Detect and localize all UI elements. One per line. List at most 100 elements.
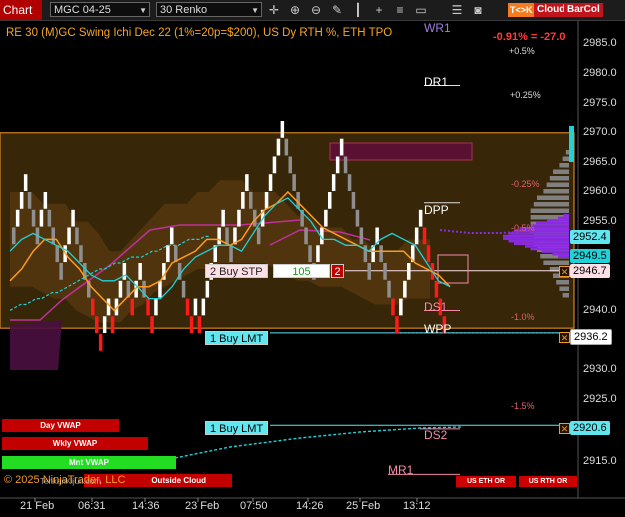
barcol-toggle-button[interactable]: BarCol	[564, 3, 603, 17]
buy-limit-order-label-2[interactable]: 1 Buy LMT	[205, 421, 269, 435]
renko-brick	[351, 192, 356, 209]
camera-icon[interactable]: ◙	[470, 2, 486, 18]
buy-stop-order-label[interactable]: 2 Buy STP	[205, 264, 268, 278]
renko-brick	[27, 192, 32, 209]
renko-brick	[150, 316, 154, 334]
renko-brick	[422, 227, 427, 245]
bar-type-selector[interactable]: 30 Renko ▼	[156, 2, 262, 17]
renko-brick	[43, 192, 48, 209]
list-icon[interactable]: ☰	[449, 2, 465, 18]
y-tick-label: 2955.0	[583, 215, 617, 227]
renko-brick	[185, 298, 190, 316]
price-tag-last: 2936.2	[570, 329, 612, 345]
renko-brick	[158, 280, 162, 298]
tpo-bar	[546, 182, 569, 187]
volume-profile-bar	[558, 255, 569, 259]
renko-brick	[174, 245, 178, 263]
renko-brick	[328, 192, 332, 209]
renko-brick	[292, 174, 296, 191]
renko-brick	[316, 245, 320, 263]
x-tick-label: 21 Feb	[20, 500, 55, 512]
pivot-label-dpp: DPP	[424, 203, 449, 217]
x-tick-label: 07:50	[240, 500, 268, 512]
plus-icon[interactable]: +	[371, 2, 387, 18]
renko-brick	[95, 316, 99, 334]
y-tick-label: 2930.0	[583, 363, 617, 375]
bar-props-icon[interactable]: ┃	[350, 2, 366, 18]
renko-brick	[201, 298, 206, 316]
renko-brick	[55, 245, 59, 263]
x-tick-label: 13:12	[403, 500, 431, 512]
tpo-bar	[537, 195, 569, 200]
crosshair-icon[interactable]: ✛	[266, 2, 282, 18]
tpo-bar	[553, 169, 569, 174]
renko-brick	[79, 245, 83, 263]
zoom-out-icon[interactable]: ⊖	[308, 2, 324, 18]
renko-brick	[414, 227, 419, 245]
bar-type-dropdown-icon: ▼	[251, 6, 259, 15]
renko-brick	[146, 298, 150, 316]
buy-stop-qty-box[interactable]: 2	[331, 264, 344, 278]
pct-level-label: -1.0%	[511, 312, 535, 322]
volume-profile-bar	[530, 224, 569, 227]
volume-profile-bar	[558, 216, 569, 220]
renko-brick	[407, 263, 411, 280]
volume-profile-bar	[563, 214, 569, 217]
tk-toggle-button[interactable]: T<>K	[508, 3, 535, 17]
renko-brick	[225, 227, 229, 245]
us-eth-or-button[interactable]: US ETH OR	[456, 476, 516, 487]
drawing-tools-icon[interactable]: ✎	[329, 2, 345, 18]
tpo-bar	[549, 176, 569, 181]
renko-brick	[23, 174, 28, 191]
renko-brick	[51, 227, 55, 245]
renko-brick	[12, 227, 16, 245]
renko-brick	[189, 316, 194, 334]
properties-icon[interactable]: ≡	[392, 2, 408, 18]
renko-brick	[308, 245, 312, 263]
renko-brick	[47, 209, 52, 227]
y-tick-label: 2925.0	[583, 393, 617, 405]
cancel-order-icon[interactable]: ✕	[559, 266, 570, 277]
tpo-bar	[543, 189, 569, 194]
pivot-label-wpp: WPP	[424, 322, 452, 336]
renko-brick	[217, 227, 221, 245]
chat-icon[interactable]: ▭	[413, 2, 429, 18]
price-tag-vwap: 2949.5	[570, 249, 610, 263]
volume-profile-bar	[525, 245, 569, 248]
renko-brick	[335, 156, 340, 174]
y-tick-label: 2960.0	[583, 185, 617, 197]
volume-profile-bar	[503, 237, 569, 240]
renko-brick	[399, 298, 403, 316]
x-tick-label: 25 Feb	[346, 500, 381, 512]
renko-brick	[268, 174, 273, 191]
tpo-bar	[559, 286, 569, 291]
renko-brick	[347, 174, 352, 191]
renko-brick	[367, 263, 371, 280]
buy-limit-order-label[interactable]: 1 Buy LMT	[205, 331, 269, 345]
pivot-label-ds1: DS1	[424, 300, 448, 314]
volume-profile-bar	[530, 247, 569, 251]
renko-brick	[339, 138, 344, 156]
renko-brick	[426, 245, 431, 263]
instrument-selector[interactable]: MGC 04-25 ▼	[50, 2, 150, 17]
tpo-bar	[556, 280, 569, 285]
cancel-order-icon[interactable]: ✕	[559, 423, 570, 434]
renko-brick	[403, 280, 407, 298]
renko-brick	[106, 298, 111, 316]
buy-stop-price-box[interactable]: 105	[273, 264, 330, 278]
renko-brick	[15, 209, 20, 227]
renko-brick	[19, 192, 24, 209]
tpo-bar	[562, 156, 569, 161]
renko-brick	[75, 227, 79, 245]
us-rth-or-button[interactable]: US RTH OR	[519, 476, 577, 487]
cancel-order-icon[interactable]: ✕	[559, 332, 570, 343]
renko-brick	[154, 298, 158, 316]
renko-brick	[256, 227, 261, 245]
instrument-dropdown-icon: ▼	[139, 6, 147, 15]
renko-brick	[98, 334, 103, 351]
pct-level-label: -1.5%	[511, 401, 535, 411]
volume-profile-bar	[552, 253, 569, 256]
bar-type-value: 30 Renko	[160, 4, 208, 16]
renko-brick	[391, 298, 395, 316]
zoom-in-icon[interactable]: ⊕	[287, 2, 303, 18]
